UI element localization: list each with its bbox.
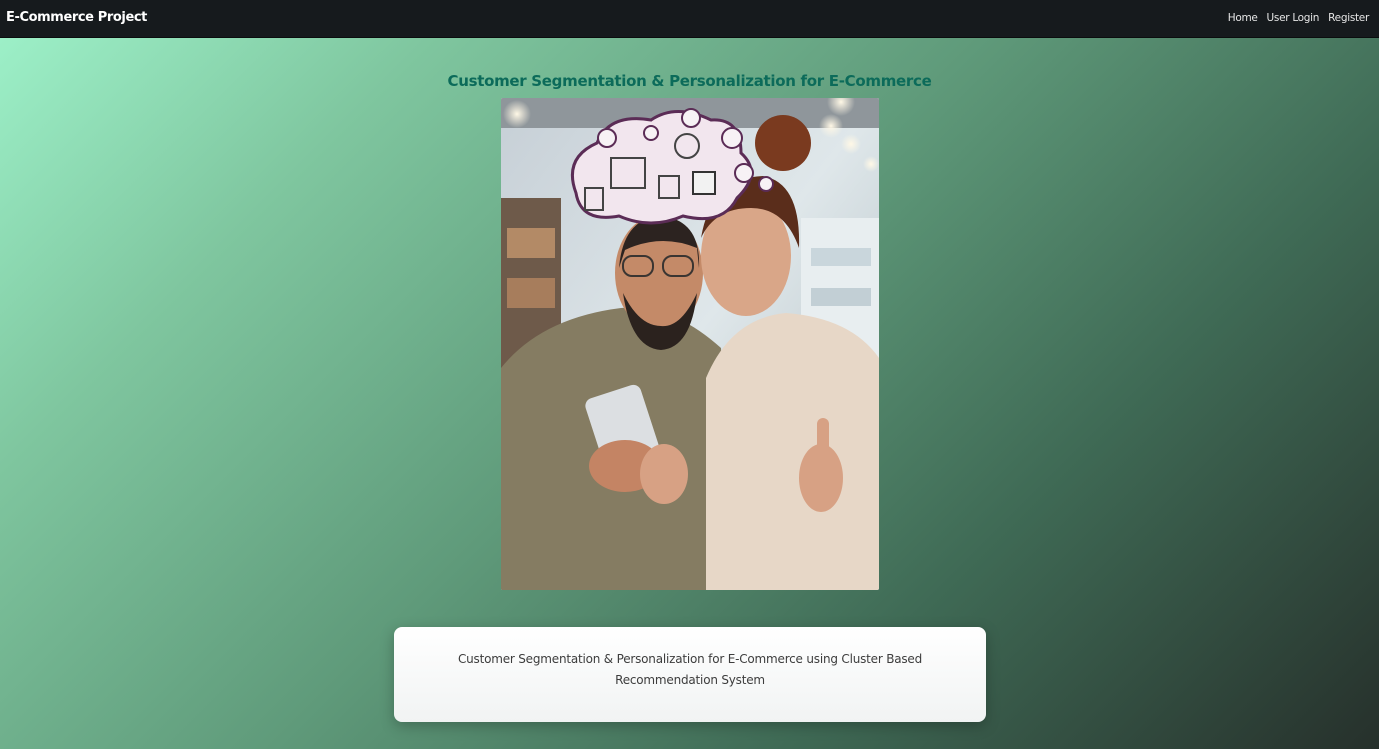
top-navbar: E-Commerce Project Home User Login Regis… [0, 0, 1379, 38]
nav-links: Home User Login Register [1228, 12, 1370, 24]
nav-link-home[interactable]: Home [1228, 12, 1258, 24]
brand-logo-text[interactable]: E-Commerce Project [6, 10, 147, 25]
caption-card: Customer Segmentation & Personalization … [394, 627, 986, 722]
caption-text: Customer Segmentation & Personalization … [457, 652, 923, 687]
nav-link-register[interactable]: Register [1328, 12, 1369, 24]
hero-image [501, 98, 879, 590]
page-title: Customer Segmentation & Personalization … [447, 72, 932, 90]
nav-link-user-login[interactable]: User Login [1267, 12, 1320, 24]
